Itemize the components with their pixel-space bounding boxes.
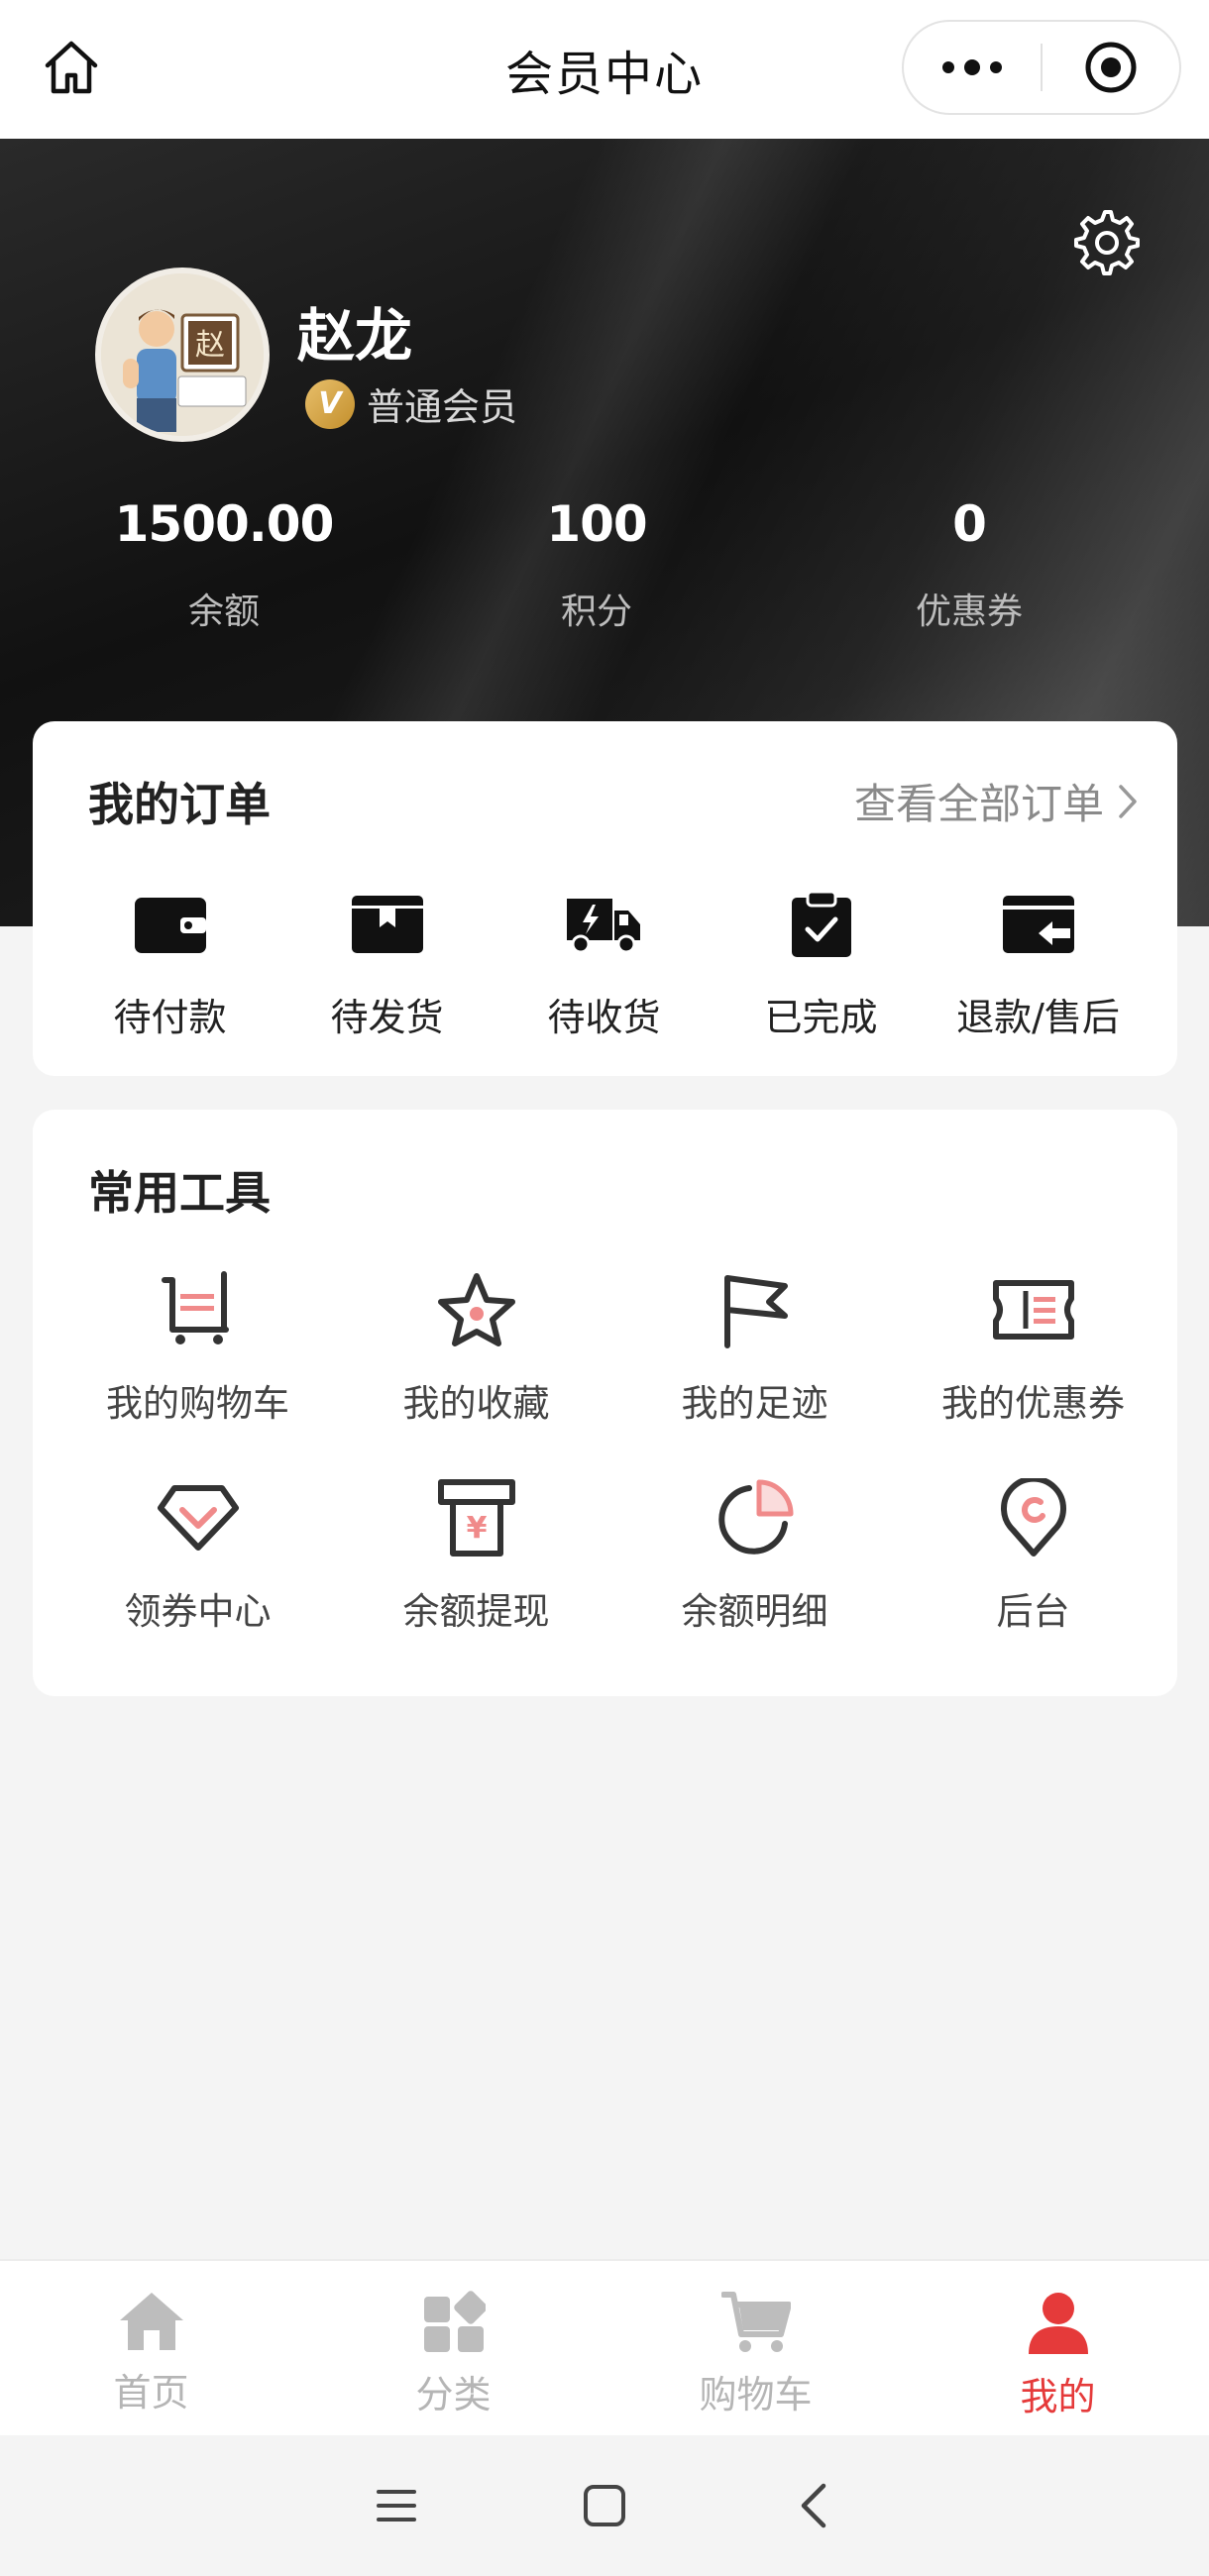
tool-backend[interactable]: 后台 <box>894 1476 1172 1684</box>
diamond-icon <box>58 1476 337 1559</box>
tool-balance-withdraw[interactable]: ¥ 余额提现 <box>337 1476 615 1684</box>
tool-balance-details[interactable]: 余额明细 <box>615 1476 894 1684</box>
tool-label: 余额明细 <box>681 1590 828 1633</box>
order-status-label: 待发货 <box>330 996 444 1039</box>
my-orders-card: 我的订单 查看全部订单 待付款 待发货 待收货 已完成 退款/售后 <box>33 721 1177 1076</box>
tab-label: 首页 <box>113 2371 189 2415</box>
order-status-label: 退款/售后 <box>956 996 1120 1039</box>
close-target-icon[interactable] <box>1043 20 1179 115</box>
order-pending-receipt[interactable]: 待收货 <box>495 890 713 1041</box>
stat-value: 100 <box>546 495 647 553</box>
order-pending-shipment[interactable]: 待发货 <box>278 890 495 1041</box>
back-icon[interactable] <box>773 2466 852 2545</box>
order-refund-aftersale[interactable]: 退款/售后 <box>930 890 1147 1041</box>
order-status-label: 待收货 <box>547 996 661 1039</box>
tab-mine[interactable]: 我的 <box>907 2261 1209 2435</box>
user-name: 赵龙 <box>297 302 413 370</box>
ticket-icon <box>894 1268 1172 1351</box>
view-all-orders-link[interactable]: 查看全部订单 <box>854 771 1138 831</box>
stat-value: 1500.00 <box>114 495 335 553</box>
vip-badge-icon: V <box>305 378 355 429</box>
system-nav-bar <box>0 2435 1209 2576</box>
tab-label: 购物车 <box>699 2373 813 2416</box>
tools-title: 常用工具 <box>88 1166 271 1220</box>
chevron-right-icon <box>1119 784 1137 818</box>
clipboard-check-icon <box>713 890 930 959</box>
wallet-icon <box>61 890 278 959</box>
bottom-tab-bar: 首页 分类 购物车 我的 <box>0 2259 1209 2435</box>
stat-value: 0 <box>952 495 987 553</box>
tool-my-footprints[interactable]: 我的足迹 <box>615 1268 894 1476</box>
order-pending-payment[interactable]: 待付款 <box>61 890 278 1041</box>
member-level-label: 普通会员 <box>367 385 518 429</box>
pie-icon <box>615 1476 894 1559</box>
tab-label: 我的 <box>1020 2375 1096 2418</box>
mini-program-capsule <box>902 20 1181 115</box>
orders-title: 我的订单 <box>88 778 271 831</box>
order-status-row: 待付款 待发货 待收货 已完成 退款/售后 <box>33 890 1177 1041</box>
home-icon <box>119 2293 183 2350</box>
flag-icon <box>615 1268 894 1351</box>
home-icon[interactable] <box>36 32 107 103</box>
stat-points[interactable]: 100 积分 <box>410 495 783 634</box>
avatar[interactable]: 赵 <box>95 268 270 442</box>
tools-grid: 我的购物车 我的收藏 我的足迹 我的优惠券 领券中心 ¥ 余额提现 余额明细 后… <box>33 1268 1177 1684</box>
user-icon <box>1028 2293 1088 2354</box>
tool-label: 我的足迹 <box>681 1382 828 1425</box>
tool-my-favorites[interactable]: 我的收藏 <box>337 1268 615 1476</box>
box-icon <box>278 890 495 959</box>
category-icon <box>423 2291 486 2352</box>
avatar-char: 赵 <box>195 328 225 363</box>
tool-coupon-center[interactable]: 领券中心 <box>58 1476 337 1684</box>
tool-label: 余额提现 <box>402 1590 550 1633</box>
settings-gear-icon[interactable] <box>1070 206 1140 275</box>
cart-icon <box>720 2292 791 2352</box>
cart-icon <box>58 1268 337 1351</box>
tool-my-cart[interactable]: 我的购物车 <box>58 1268 337 1476</box>
stat-coupons[interactable]: 0 优惠券 <box>783 495 1155 634</box>
tab-cart[interactable]: 购物车 <box>604 2261 907 2435</box>
tool-label: 我的购物车 <box>106 1382 289 1425</box>
more-icon[interactable] <box>904 20 1041 115</box>
page-title: 会员中心 <box>504 47 704 102</box>
menu-icon[interactable] <box>357 2466 436 2545</box>
account-stats: 1500.00 余额 100 积分 0 优惠券 <box>0 495 1209 634</box>
member-center-page: 会员中心 赵 赵龙 V 普通会员 1500.00 余额 100 积分 0 优惠券… <box>0 0 1209 2576</box>
svg-text:¥: ¥ <box>466 1511 487 1546</box>
location-icon <box>894 1476 1172 1559</box>
tab-category[interactable]: 分类 <box>302 2261 604 2435</box>
tab-home[interactable]: 首页 <box>0 2261 302 2435</box>
tool-label: 我的优惠券 <box>941 1382 1125 1425</box>
home-square-icon[interactable] <box>565 2466 644 2545</box>
stat-label: 优惠券 <box>915 591 1023 632</box>
truck-icon <box>495 890 713 959</box>
tool-my-coupons[interactable]: 我的优惠券 <box>894 1268 1172 1476</box>
tool-label: 领券中心 <box>124 1590 272 1633</box>
member-level: V 普通会员 <box>305 376 517 431</box>
stat-label: 积分 <box>560 591 632 632</box>
atm-icon: ¥ <box>337 1476 615 1559</box>
stat-label: 余额 <box>187 591 260 632</box>
order-status-label: 待付款 <box>113 996 227 1039</box>
tool-label: 后台 <box>996 1590 1070 1633</box>
order-status-label: 已完成 <box>764 996 878 1039</box>
view-all-orders-label: 查看全部订单 <box>853 780 1104 828</box>
common-tools-card: 常用工具 我的购物车 我的收藏 我的足迹 我的优惠券 领券中心 ¥ 余额提现 余… <box>33 1110 1177 1696</box>
tab-label: 分类 <box>415 2373 492 2416</box>
refund-icon <box>930 890 1147 959</box>
order-completed[interactable]: 已完成 <box>713 890 930 1041</box>
star-icon <box>337 1268 615 1351</box>
tool-label: 我的收藏 <box>402 1382 550 1425</box>
top-nav-bar: 会员中心 <box>0 0 1209 139</box>
stat-balance[interactable]: 1500.00 余额 <box>38 495 410 634</box>
